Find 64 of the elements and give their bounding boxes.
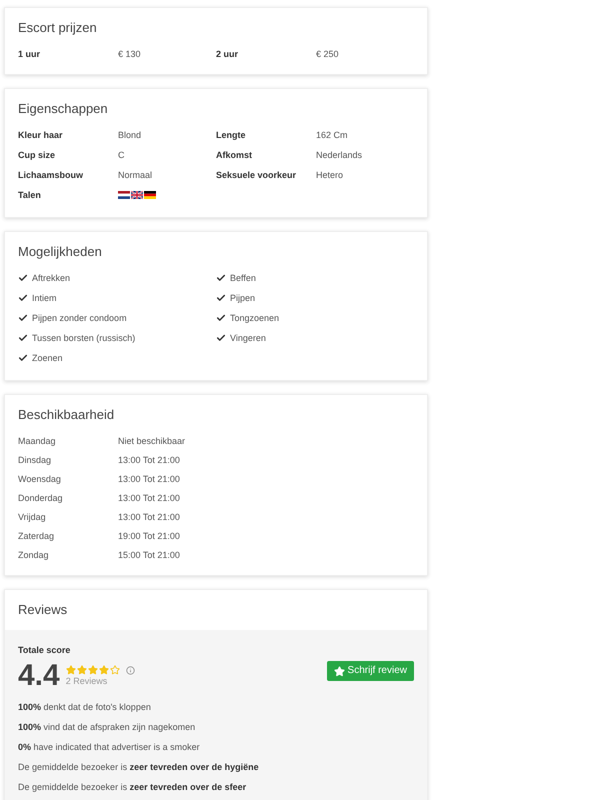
property-label: Afkomst [216,149,254,161]
info-icon [126,666,135,674]
option-label: Tongzoenen [230,312,280,324]
day-label: Woensdag [18,473,62,485]
card-title: Escort prijzen [17,19,98,37]
property-label: Seksuele voorkeur [216,169,298,181]
price-label: 1 uur [18,48,42,60]
property-value: Hetero [316,169,344,181]
star-icon [66,665,76,675]
property-label: Lichaamsbouw [18,169,84,181]
day-label: Donderdag [18,492,64,504]
option-label: Pijpen zonder condoom [32,312,127,324]
property-label: Lengte [216,129,247,141]
property-label: Cup size [18,149,56,161]
germany-flag-icon [144,191,156,199]
hours-value: 13:00 Tot 21:00 [118,492,181,504]
price-value: € 130 [118,48,142,60]
total-score-label: Totale score [18,644,72,656]
card-title: Eigenschappen [17,100,109,118]
day-label: Maandag [18,435,57,447]
hours-value: 13:00 Tot 21:00 [118,454,181,466]
property-label: Kleur haar [18,129,64,141]
option-label: Zoenen [32,352,63,364]
option-label: Intiem [32,292,57,304]
hours-value: 19:00 Tot 21:00 [118,530,181,542]
option-label: Aftrekken [32,272,70,284]
review-statistic: 100% vind dat de afspraken zijn nagekomen [18,721,196,733]
star-icon [98,665,109,675]
star-icon [88,665,98,675]
card-title: Reviews [17,601,68,619]
score-value: 4.4 [18,659,60,693]
property-value: C [118,149,126,161]
option-label: Pijpen [230,292,256,304]
star-icon [110,665,120,675]
union-jack-flag-icon [131,191,143,199]
day-label: Vrijdag [18,511,47,523]
property-label: Talen [18,189,42,201]
property-value: Nederlands [316,149,364,161]
review-statistic: De gemiddelde bezoeker is zeer tevreden over de sfeer [18,781,248,793]
property-value: 162 Cm [316,129,349,141]
property-value: Blond [118,129,142,141]
card-title: Mogelijkheden [17,243,103,261]
price-value: € 250 [316,48,340,60]
option-label: Beffen [230,272,256,284]
review-count: 2 Reviews [66,675,108,687]
card-title: Beschikbaarheid [17,406,116,424]
hours-value: 13:00 Tot 21:00 [118,473,181,485]
review-statistic: 100% denkt dat de foto's kloppen [18,701,152,713]
review-statistic: De gemiddelde bezoeker is zeer tevreden over de hygiëne [18,761,260,773]
hours-value: Niet beschikbaar [118,435,186,447]
day-label: Dinsdag [18,454,52,466]
hours-value: 15:00 Tot 21:00 [118,549,181,561]
hours-value: 13:00 Tot 21:00 [118,511,181,523]
option-label: Vingeren [230,332,266,344]
property-value: Normaal [118,169,154,181]
netherlands-flag-icon [118,191,130,199]
day-label: Zaterdag [18,530,56,542]
option-label: Tussen borsten (russisch) [32,332,136,344]
review-statistic: 0% have indicated that advertiser is a smoker [18,741,201,753]
write-review-button[interactable]: Schrijf review [326,661,414,681]
price-label: 2 uur [216,48,240,60]
star-icon [76,665,87,675]
day-label: Zondag [18,549,50,561]
star-icon [334,666,345,676]
